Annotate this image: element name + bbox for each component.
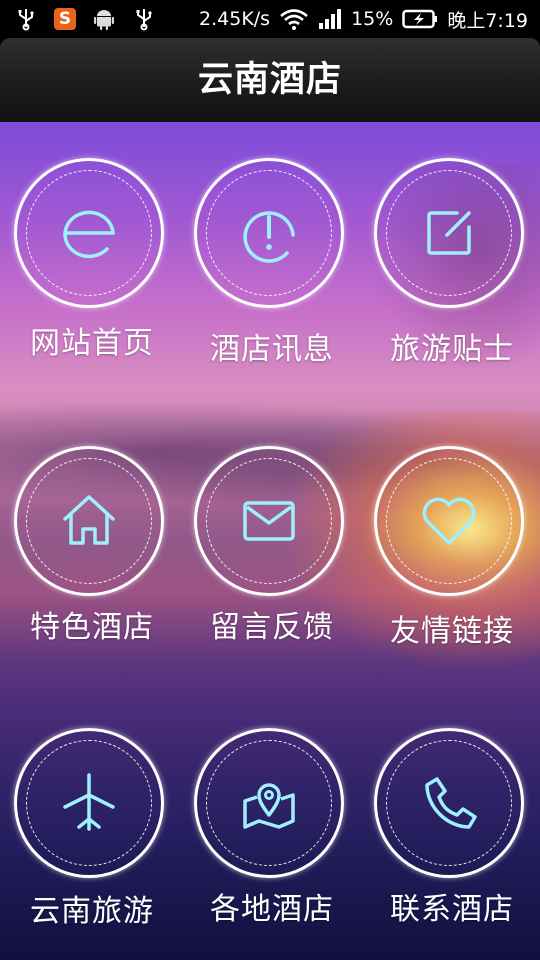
menu-label: 酒店讯息 [210, 332, 334, 367]
battery-charging-icon [402, 9, 438, 29]
menu-item-contact-hotel[interactable]: 联系酒店 [367, 728, 537, 948]
status-bar-system: 2.45K/s 15% 晚上7:19 [199, 0, 528, 38]
browser-e-icon [63, 210, 115, 259]
menu-item-travel-tips[interactable]: 旅游贴士 [367, 158, 537, 378]
battery-percentage: 15% [351, 8, 394, 30]
menu-circle[interactable] [194, 446, 344, 596]
title-bar: 云南酒店 [0, 38, 540, 123]
menu-item-feedback[interactable]: 留言反馈 [187, 446, 357, 666]
usb-icon [18, 9, 34, 31]
page-title: 云南酒店 [197, 60, 342, 100]
menu-circle[interactable] [14, 728, 164, 878]
sogou-app-icon: S [54, 8, 76, 30]
menu-item-home[interactable]: 网站首页 [7, 158, 177, 378]
mail-icon [243, 501, 295, 541]
heart-icon [422, 497, 476, 545]
menu-label: 联系酒店 [390, 892, 514, 927]
menu-circle[interactable] [194, 158, 344, 308]
menu-item-featured-hotels[interactable]: 特色酒店 [7, 446, 177, 666]
menu-circle[interactable] [14, 446, 164, 596]
signal-icon [319, 9, 342, 29]
menu-circle[interactable] [374, 446, 524, 596]
android-icon [94, 10, 114, 30]
menu-circle[interactable] [374, 158, 524, 308]
map-pin-icon [243, 783, 295, 829]
menu-label: 各地酒店 [210, 892, 334, 927]
home-icon [63, 495, 115, 545]
menu-circle[interactable] [374, 728, 524, 878]
status-bar: S 2.45K/s 15% 晚上7:19 [0, 0, 540, 38]
menu-circle[interactable] [194, 728, 344, 878]
menu-label: 旅游贴士 [390, 332, 514, 367]
airplane-icon [63, 773, 115, 831]
edit-note-icon [427, 211, 471, 255]
wifi-icon [280, 9, 308, 30]
status-bar-notifications: S [14, 0, 156, 38]
menu-item-yunnan-travel[interactable]: 云南旅游 [7, 728, 177, 948]
network-speed: 2.45K/s [199, 8, 271, 30]
menu-circle[interactable] [14, 158, 164, 308]
menu-item-hotel-news[interactable]: 酒店讯息 [187, 158, 357, 378]
menu-item-friendly-links[interactable]: 友情链接 [367, 446, 537, 666]
menu-label: 友情链接 [390, 614, 514, 649]
menu-item-local-hotels[interactable]: 各地酒店 [187, 728, 357, 948]
clock: 晚上7:19 [447, 9, 528, 32]
phone-icon [425, 777, 477, 829]
info-alert-icon [243, 211, 295, 263]
usb-icon [136, 9, 152, 31]
menu-label: 留言反馈 [210, 610, 334, 645]
